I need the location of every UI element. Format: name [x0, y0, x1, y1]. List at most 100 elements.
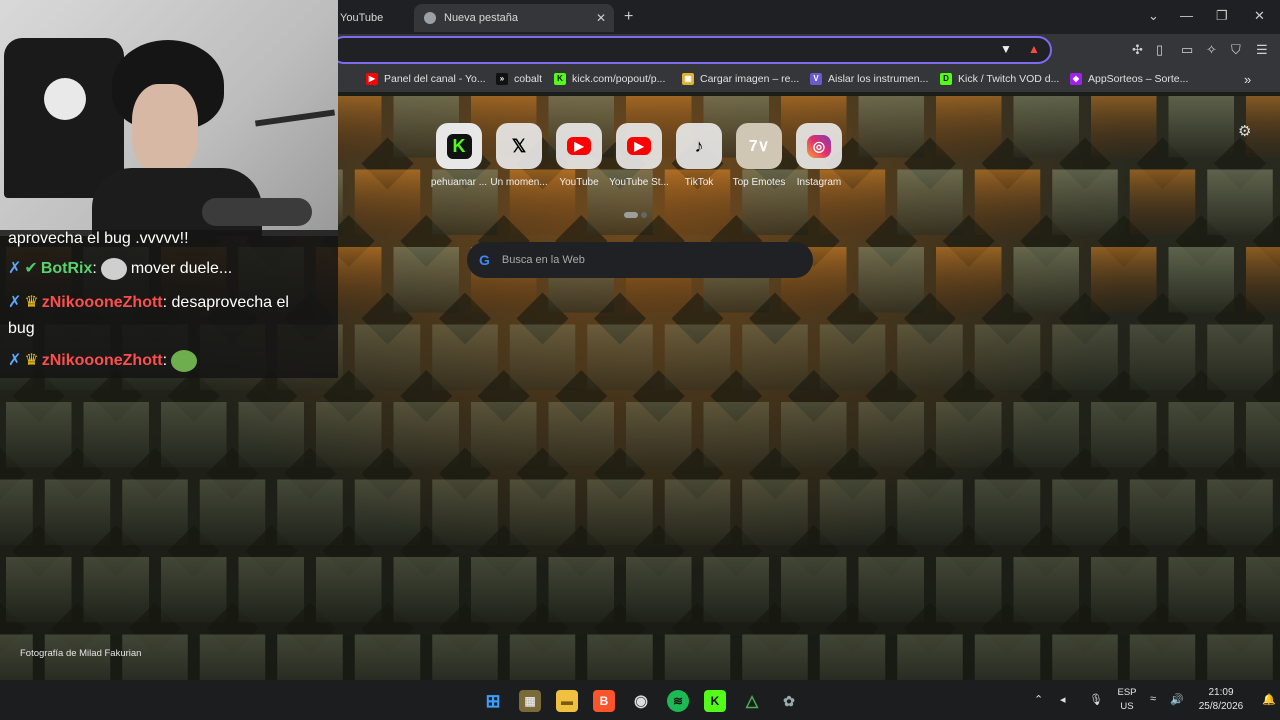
show-hidden-icons-chevron-icon[interactable]: ⌃ [1034, 693, 1043, 706]
shortcut-x[interactable]: 𝕏 Un momen... [489, 123, 549, 188]
shortcut-pehuamar[interactable]: K pehuamar ... [429, 123, 489, 188]
bookmark-aislar-instrumentos[interactable]: V Aislar los instrumen... [810, 70, 928, 88]
tab-search-chevron-icon[interactable]: ⌄ [1148, 8, 1159, 24]
wallpaper-tile [1013, 557, 1079, 623]
wallpaper-tile [664, 479, 731, 545]
wallpaper-tile [703, 557, 769, 623]
volume-icon[interactable]: 🔊 [1170, 693, 1184, 706]
input-language-indicator[interactable]: ESP US [1116, 686, 1138, 714]
wallpaper-tile [432, 324, 498, 390]
wallpaper-tile [897, 169, 963, 235]
wallpaper-tile [897, 324, 963, 390]
network-arrow-icon[interactable]: ◂ [1060, 693, 1066, 706]
vocal-remover-icon: V [810, 73, 822, 85]
pager-dot[interactable] [641, 212, 647, 218]
shortcut-instagram[interactable]: ◎ Instagram [789, 123, 849, 188]
wallpaper-tile [587, 324, 653, 390]
cobalt-icon: » [496, 73, 508, 85]
microphone-icon[interactable]: 🎙 [1089, 693, 1103, 706]
kick-icon[interactable]: K [704, 690, 726, 712]
wallpaper-tile [974, 634, 1041, 680]
tab-youtube[interactable]: YouTube [330, 4, 410, 32]
shortcut-youtube-studio[interactable]: ▶ YouTube St... [609, 123, 669, 188]
wallpaper-tile [897, 479, 963, 545]
wallpaper-tile [432, 634, 498, 680]
leo-ai-icon[interactable]: ✧ [1206, 42, 1217, 58]
shortcut-tiktok[interactable]: ♪ TikTok [669, 123, 729, 188]
wallpaper-tile [1052, 634, 1118, 680]
close-tab-icon[interactable]: ✕ [596, 11, 606, 25]
address-bar[interactable] [330, 36, 1052, 64]
chat-username: zNikoooneZhott [41, 294, 163, 311]
wallpaper-tile [936, 402, 1002, 468]
extensions-icon[interactable]: ✣ [1132, 42, 1143, 58]
google-drive-icon[interactable]: △ [741, 690, 763, 712]
chat-message: ✗ ✔ BotRix: mover duele... [8, 258, 232, 280]
wifi-icon[interactable]: ≈ [1150, 693, 1156, 705]
windows-start-icon[interactable]: ⊞ [482, 690, 504, 712]
widgets-icon[interactable]: ▦ [519, 690, 541, 712]
notifications-icon[interactable]: 🔔 [1262, 693, 1276, 706]
wallpaper-tile [897, 634, 963, 680]
wallpaper-tile [1129, 634, 1196, 680]
wallpaper-tile [44, 479, 111, 545]
bookmark-appsorteos[interactable]: ◆ AppSorteos – Sorte... [1070, 70, 1188, 88]
wallpaper-tile [858, 96, 924, 158]
wallpaper-tile [703, 402, 769, 468]
tiktok-icon: ♪ [676, 123, 722, 169]
bookmark-kick-popout[interactable]: K kick.com/popout/p... [554, 70, 665, 88]
close-window-button[interactable]: ✕ [1254, 8, 1265, 24]
wallpaper-tile [858, 402, 924, 468]
shortcut-pager[interactable] [624, 205, 650, 223]
wallpaper-tile [354, 324, 421, 390]
bookmark-kick-twitch-vod[interactable]: D Kick / Twitch VOD d... [940, 70, 1059, 88]
wallpaper-tile [0, 479, 33, 545]
vpn-icon[interactable]: ⛉ [1231, 42, 1241, 58]
new-tab-button[interactable]: + [624, 8, 633, 26]
bookmark-cobalt[interactable]: » cobalt [496, 70, 542, 88]
wallpaper-tile [354, 634, 421, 680]
app-icon[interactable]: ✿ [778, 690, 800, 712]
pager-dot-active[interactable] [624, 212, 638, 218]
wallpaper-tile [471, 557, 537, 623]
shortcut-youtube[interactable]: ▶ YouTube [549, 123, 609, 188]
wallpaper-tile [1168, 247, 1234, 313]
brave-shields-icon[interactable]: ▼ [1000, 42, 1012, 56]
chat-message-continuation: bug [8, 320, 35, 337]
wallpaper-tile [393, 402, 459, 468]
verified-badge-icon: ✔ [24, 260, 38, 278]
obs-icon[interactable]: ◉ [630, 690, 652, 712]
wallpaper-tile [664, 634, 731, 680]
taskbar-clock[interactable]: 21:09 25/8/2026 [1190, 686, 1252, 714]
menu-icon[interactable]: ☰ [1256, 42, 1268, 58]
tab-label: Nueva pestaña [444, 12, 518, 24]
bookmark-cargar-imagen[interactable]: ▣ Cargar imagen – re... [682, 70, 799, 88]
bookmark-panel-del-canal[interactable]: ▶ Panel del canal - Yo... [366, 70, 486, 88]
maximize-button[interactable]: ❐ [1216, 8, 1228, 24]
minimize-button[interactable]: — [1180, 8, 1193, 23]
shortcut-top-emotes[interactable]: 7∨ Top Emotes [729, 123, 789, 188]
wallpaper-tile [509, 479, 576, 545]
brave-browser-icon[interactable]: B [593, 690, 615, 712]
wallpaper-tile [1052, 169, 1118, 235]
gear-icon[interactable]: ⚙ [1238, 122, 1251, 140]
spotify-icon[interactable]: ≋ [667, 690, 689, 712]
microphone [202, 198, 312, 226]
wallpaper-tile [199, 479, 266, 545]
wallpaper-tile [1013, 96, 1079, 158]
brave-rewards-icon[interactable]: ▲ [1028, 42, 1040, 56]
sidebar-icon[interactable]: ▯ [1156, 42, 1163, 58]
tab-new-tab[interactable]: Nueva pestaña ✕ [414, 4, 614, 32]
wallpaper-tile [819, 324, 886, 390]
web-search-box[interactable]: G [467, 242, 813, 278]
wallet-icon[interactable]: ▭ [1181, 42, 1193, 58]
7tv-icon: 7∨ [736, 123, 782, 169]
search-input[interactable] [501, 254, 782, 266]
chat-username: zNikoooneZhott [41, 352, 163, 370]
more-bookmarks-chevron-icon[interactable]: » [1244, 70, 1251, 88]
file-explorer-icon[interactable]: ▬ [556, 690, 578, 712]
webcam-overlay [0, 0, 338, 236]
youtube-icon: ▶ [366, 73, 378, 85]
wallpaper-tile [6, 557, 72, 623]
wallpaper-tile [393, 247, 459, 313]
